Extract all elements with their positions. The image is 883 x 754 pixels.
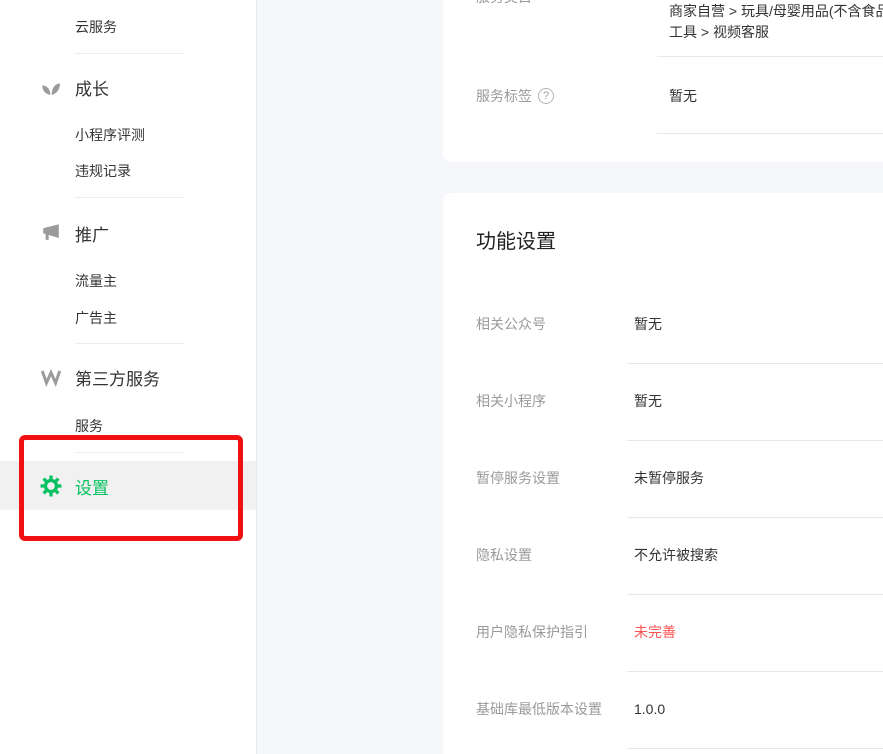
row-divider: [657, 56, 883, 57]
sidebar-item-advertiser[interactable]: 广告主: [75, 308, 117, 328]
sidebar-item-miniprogram-evaluation[interactable]: 小程序评测: [75, 125, 145, 145]
help-question-icon[interactable]: ?: [538, 88, 554, 104]
megaphone-icon: [38, 220, 64, 246]
row-divider: [627, 594, 883, 595]
annotation-red-box: [19, 435, 243, 541]
service-info-card: 服务类目 商家自营 > 玩具/母婴用品(不含食品) 工具 > 视频客服 服务标签…: [443, 0, 883, 162]
sidebar-divider: [75, 197, 185, 198]
service-tag-label: 服务标签: [476, 86, 532, 106]
sidebar-item-growth[interactable]: 成长: [38, 74, 109, 100]
function-settings-card: 功能设置 相关公众号暂无相关小程序暂无暂停服务设置未暂停服务隐私设置不允许被搜索…: [443, 193, 883, 754]
service-category-label: 服务类目: [476, 0, 532, 7]
service-tag-row: 服务标签 ?: [476, 83, 554, 109]
sidebar-item-label: 推广: [75, 221, 109, 246]
service-category-line-1: 商家自营 > 玩具/母婴用品(不含食品): [669, 1, 883, 22]
base-library-min-version-value: 1.0.0: [634, 699, 665, 719]
sidebar-item-violation-records[interactable]: 违规记录: [75, 161, 131, 181]
sidebar: 云服务成长小程序评测违规记录推广流量主广告主第三方服务服务设置: [0, 0, 257, 754]
service-tag-value: 暂无: [669, 86, 697, 106]
third-party-icon: [38, 364, 64, 390]
sidebar-item-label: 成长: [75, 75, 109, 100]
sidebar-item-service[interactable]: 服务: [75, 416, 103, 436]
suspend-service-label: 暂停服务设置: [476, 468, 560, 488]
privacy-setting-value: 不允许被搜索: [634, 545, 718, 565]
main-panel: 服务类目 商家自营 > 玩具/母婴用品(不含食品) 工具 > 视频客服 服务标签…: [257, 0, 883, 754]
related-official-account-label: 相关公众号: [476, 314, 546, 334]
row-divider: [627, 440, 883, 441]
sidebar-divider: [75, 53, 185, 54]
row-divider: [627, 748, 883, 749]
privacy-setting-label: 隐私设置: [476, 545, 532, 565]
sidebar-item-traffic-owner[interactable]: 流量主: [75, 271, 117, 291]
suspend-service-value: 未暂停服务: [634, 468, 704, 488]
row-divider: [657, 133, 883, 134]
user-privacy-guide-value: 未完善: [634, 622, 676, 642]
miniprogram-admin-console: 云服务成长小程序评测违规记录推广流量主广告主第三方服务服务设置 服务类目 商家自…: [0, 0, 883, 754]
service-category-line-2: 工具 > 视频客服: [669, 22, 883, 43]
sidebar-item-third-party-services[interactable]: 第三方服务: [38, 364, 160, 390]
function-settings-title: 功能设置: [476, 225, 556, 254]
related-official-account-value: 暂无: [634, 314, 662, 334]
sidebar-item-cloud-service[interactable]: 云服务: [75, 17, 117, 37]
row-divider: [627, 517, 883, 518]
sidebar-item-promotion[interactable]: 推广: [38, 220, 109, 246]
user-privacy-guide-label: 用户隐私保护指引: [476, 622, 588, 642]
base-library-min-version-label: 基础库最低版本设置: [476, 699, 602, 719]
service-category-value: 商家自营 > 玩具/母婴用品(不含食品) 工具 > 视频客服: [669, 1, 883, 43]
row-divider: [627, 363, 883, 364]
row-divider: [627, 671, 883, 672]
related-miniprogram-value: 暂无: [634, 391, 662, 411]
sprout-icon: [38, 74, 64, 100]
sidebar-item-label: 第三方服务: [75, 365, 160, 390]
sidebar-divider: [75, 343, 185, 344]
related-miniprogram-label: 相关小程序: [476, 391, 546, 411]
